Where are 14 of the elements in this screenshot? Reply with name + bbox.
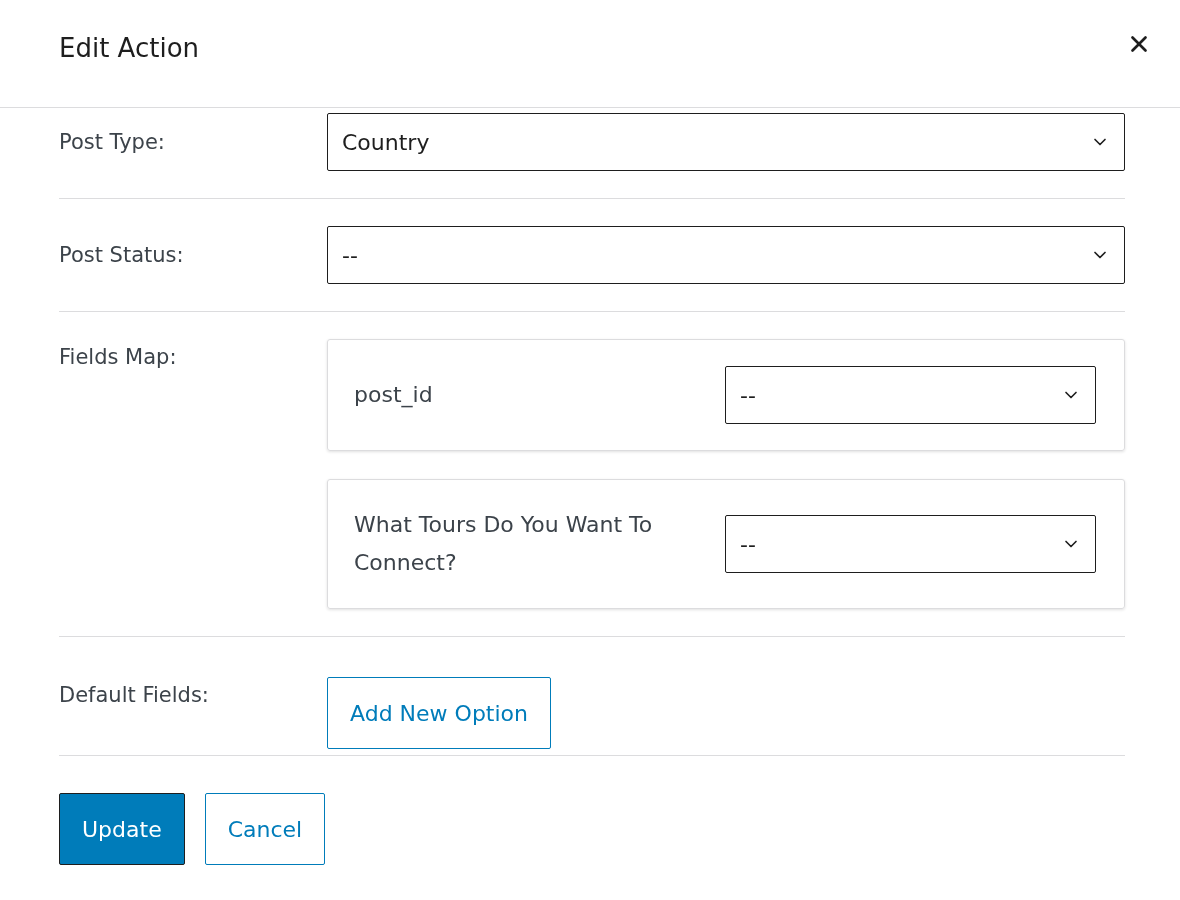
add-option-button[interactable]: Add New Option (327, 677, 551, 749)
dialog-title: Edit Action (59, 32, 200, 63)
cancel-button[interactable]: Cancel (204, 793, 326, 865)
field-label: What Tours Do You Want To Connect? (354, 511, 654, 577)
field-label: Post Status: (59, 243, 185, 267)
update-button[interactable]: Update (59, 793, 185, 865)
field-label: Post Type: (59, 130, 166, 154)
select-field[interactable]: Country (327, 113, 1125, 171)
field-label: Default Fields: (59, 682, 210, 707)
select-field[interactable]: -- (725, 515, 1096, 573)
select-field[interactable]: -- (725, 366, 1096, 424)
field-label: post_id (354, 381, 434, 410)
select-field[interactable]: -- (327, 226, 1125, 284)
field-label: Fields Map: (59, 344, 178, 369)
